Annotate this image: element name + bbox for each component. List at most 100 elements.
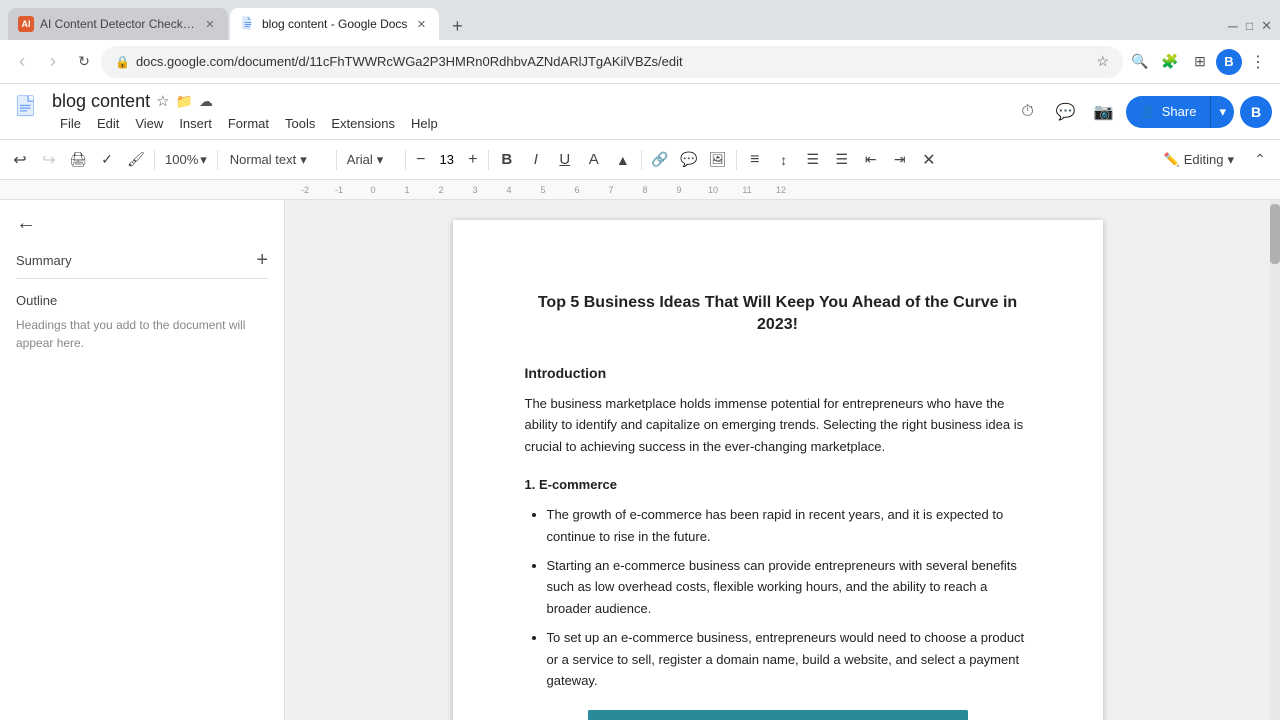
doc-title-row: blog content ☆ 📁 ☁	[52, 91, 1008, 112]
extensions-icon[interactable]: 🧩	[1156, 48, 1184, 76]
style-dropdown-icon: ▾	[300, 152, 307, 168]
align-button[interactable]: ≡	[741, 146, 769, 174]
share-dropdown-btn[interactable]: ▾	[1210, 96, 1234, 128]
editing-mode-dropdown-icon: ▾	[1227, 152, 1234, 168]
bullets-button[interactable]: ☰	[799, 146, 827, 174]
history-icon[interactable]: ⏱	[1012, 96, 1044, 128]
italic-button[interactable]: I	[522, 146, 550, 174]
tab-ai-detector[interactable]: AI AI Content Detector Checks GPT ✕	[8, 8, 228, 40]
nav-right-icons: 🔍 🧩 ⊞ B ⋮	[1126, 48, 1272, 76]
sidebar-summary-title: Summary	[16, 253, 72, 268]
tab1-close[interactable]: ✕	[202, 16, 218, 32]
bullet-item-2: Starting an e-commerce business can prov…	[547, 555, 1031, 619]
menu-edit[interactable]: Edit	[89, 114, 127, 133]
paint-format-button[interactable]: 🖌	[122, 146, 150, 174]
style-value: Normal text	[230, 152, 296, 167]
menu-view[interactable]: View	[127, 114, 171, 133]
address-bar[interactable]: 🔒 docs.google.com/document/d/11cFhTWWRcW…	[101, 46, 1123, 78]
back-button[interactable]: ‹	[8, 48, 36, 76]
redo-button[interactable]: ↪	[35, 146, 63, 174]
doc-menu-bar: File Edit View Insert Format Tools Exten…	[52, 114, 1008, 133]
sidebar-add-button[interactable]: +	[256, 249, 268, 272]
indent-button[interactable]: ⇥	[886, 146, 914, 174]
menu-file[interactable]: File	[52, 114, 89, 133]
share-button[interactable]: 👤 Share	[1126, 96, 1211, 128]
doc-heading-ecommerce: 1. E-commerce	[525, 477, 1031, 492]
nav-bar: ‹ › ↻ 🔒 docs.google.com/document/d/11cFh…	[0, 40, 1280, 84]
toolbar-collapse-button[interactable]: ⌃	[1246, 146, 1274, 174]
comment-button[interactable]: 💬	[675, 146, 703, 174]
bullet-item-3: To set up an e-commerce business, entrep…	[547, 627, 1031, 691]
toolbar-divider-3	[336, 150, 337, 170]
reload-button[interactable]: ↻	[70, 48, 98, 76]
cloud-icon[interactable]: ☁	[199, 93, 213, 110]
style-selector[interactable]: Normal text ▾	[222, 146, 332, 174]
meet-icon[interactable]: 📷	[1088, 96, 1120, 128]
sidebar-outline-hint: Headings that you add to the document wi…	[16, 316, 268, 352]
lock-icon: 🔒	[115, 55, 130, 69]
star-icon[interactable]: ☆	[156, 92, 169, 110]
scrollbar[interactable]	[1270, 200, 1280, 720]
font-size-minus[interactable]: −	[410, 146, 432, 174]
menu-format[interactable]: Format	[220, 114, 277, 133]
browser-chrome: AI AI Content Detector Checks GPT ✕ blog…	[0, 0, 1280, 40]
main-layout: ← Summary + Outline Headings that you ad…	[0, 200, 1280, 720]
tab2-close[interactable]: ✕	[413, 16, 429, 32]
underline-button[interactable]: U	[551, 146, 579, 174]
url-text: docs.google.com/document/d/11cFhTWWRcWGa…	[136, 54, 1090, 69]
toolbar-divider-4	[405, 150, 406, 170]
outdent-button[interactable]: ⇤	[857, 146, 885, 174]
font-selector[interactable]: Arial ▾	[341, 146, 401, 174]
profile-avatar[interactable]: B	[1216, 49, 1242, 75]
doc-title-section: blog content ☆ 📁 ☁ File Edit View Insert…	[52, 91, 1008, 133]
sidebar-summary-row: Summary +	[16, 249, 268, 272]
doc-page[interactable]: Top 5 Business Ideas That Will Keep You …	[453, 220, 1103, 720]
zoom-selector[interactable]: 100% ▾	[159, 146, 213, 174]
menu-tools[interactable]: Tools	[277, 114, 323, 133]
spellcheck-button[interactable]: ✓	[93, 146, 121, 174]
image-button[interactable]: 🖼	[704, 146, 732, 174]
doc-title[interactable]: blog content	[52, 91, 150, 112]
doc-paragraph-intro: The business marketplace holds immense p…	[525, 393, 1031, 457]
font-size-value[interactable]: 13	[433, 150, 461, 169]
editing-mode-selector[interactable]: ✏️ Editing ▾	[1153, 147, 1245, 173]
forward-button[interactable]: ›	[39, 48, 67, 76]
ruler: -2 -1 0 1 2 3 4 5 6 7 8 9 10 11 12	[0, 180, 1280, 200]
toolbar: ↩ ↪ 🖨 ✓ 🖌 100% ▾ Normal text ▾ Arial ▾ −…	[0, 140, 1280, 180]
maximize-icon[interactable]: □	[1246, 19, 1253, 33]
font-size-plus[interactable]: +	[462, 146, 484, 174]
clear-format-button[interactable]: ✕	[915, 146, 943, 174]
bookmark-star-icon[interactable]: ⊞	[1186, 48, 1214, 76]
print-button[interactable]: 🖨	[64, 146, 92, 174]
highlight-button[interactable]: ▲	[609, 146, 637, 174]
tab-google-docs[interactable]: blog content - Google Docs ✕	[230, 8, 439, 40]
sidebar-back-button[interactable]: ←	[16, 212, 268, 235]
close-icon[interactable]: ✕	[1261, 18, 1272, 34]
new-tab-button[interactable]: +	[443, 12, 471, 40]
doc-main-title: Top 5 Business Ideas That Will Keep You …	[525, 292, 1031, 337]
user-avatar[interactable]: B	[1240, 96, 1272, 128]
comments-icon[interactable]: 💬	[1050, 96, 1082, 128]
minimize-icon[interactable]: ─	[1228, 18, 1238, 34]
chrome-menu-icon[interactable]: ⋮	[1244, 48, 1272, 76]
numbers-button[interactable]: ☰	[828, 146, 856, 174]
toolbar-divider-1	[154, 150, 155, 170]
scrollbar-thumb[interactable]	[1270, 204, 1280, 264]
bookmark-icon[interactable]: ☆	[1096, 53, 1109, 70]
bold-button[interactable]: B	[493, 146, 521, 174]
link-button[interactable]: 🔗	[646, 146, 674, 174]
line-spacing-button[interactable]: ↕	[770, 146, 798, 174]
toolbar-divider-2	[217, 150, 218, 170]
tab1-icon: AI	[18, 16, 34, 32]
undo-button[interactable]: ↩	[6, 146, 34, 174]
font-value: Arial	[347, 152, 373, 167]
menu-help[interactable]: Help	[403, 114, 446, 133]
text-color-button[interactable]: A	[580, 146, 608, 174]
folder-icon[interactable]: 📁	[176, 93, 193, 110]
search-icon[interactable]: 🔍	[1126, 48, 1154, 76]
zoom-value: 100%	[165, 152, 198, 167]
share-icon: 👤	[1140, 104, 1156, 120]
menu-insert[interactable]: Insert	[171, 114, 220, 133]
menu-extensions[interactable]: Extensions	[323, 114, 403, 133]
toolbar-divider-5	[488, 150, 489, 170]
